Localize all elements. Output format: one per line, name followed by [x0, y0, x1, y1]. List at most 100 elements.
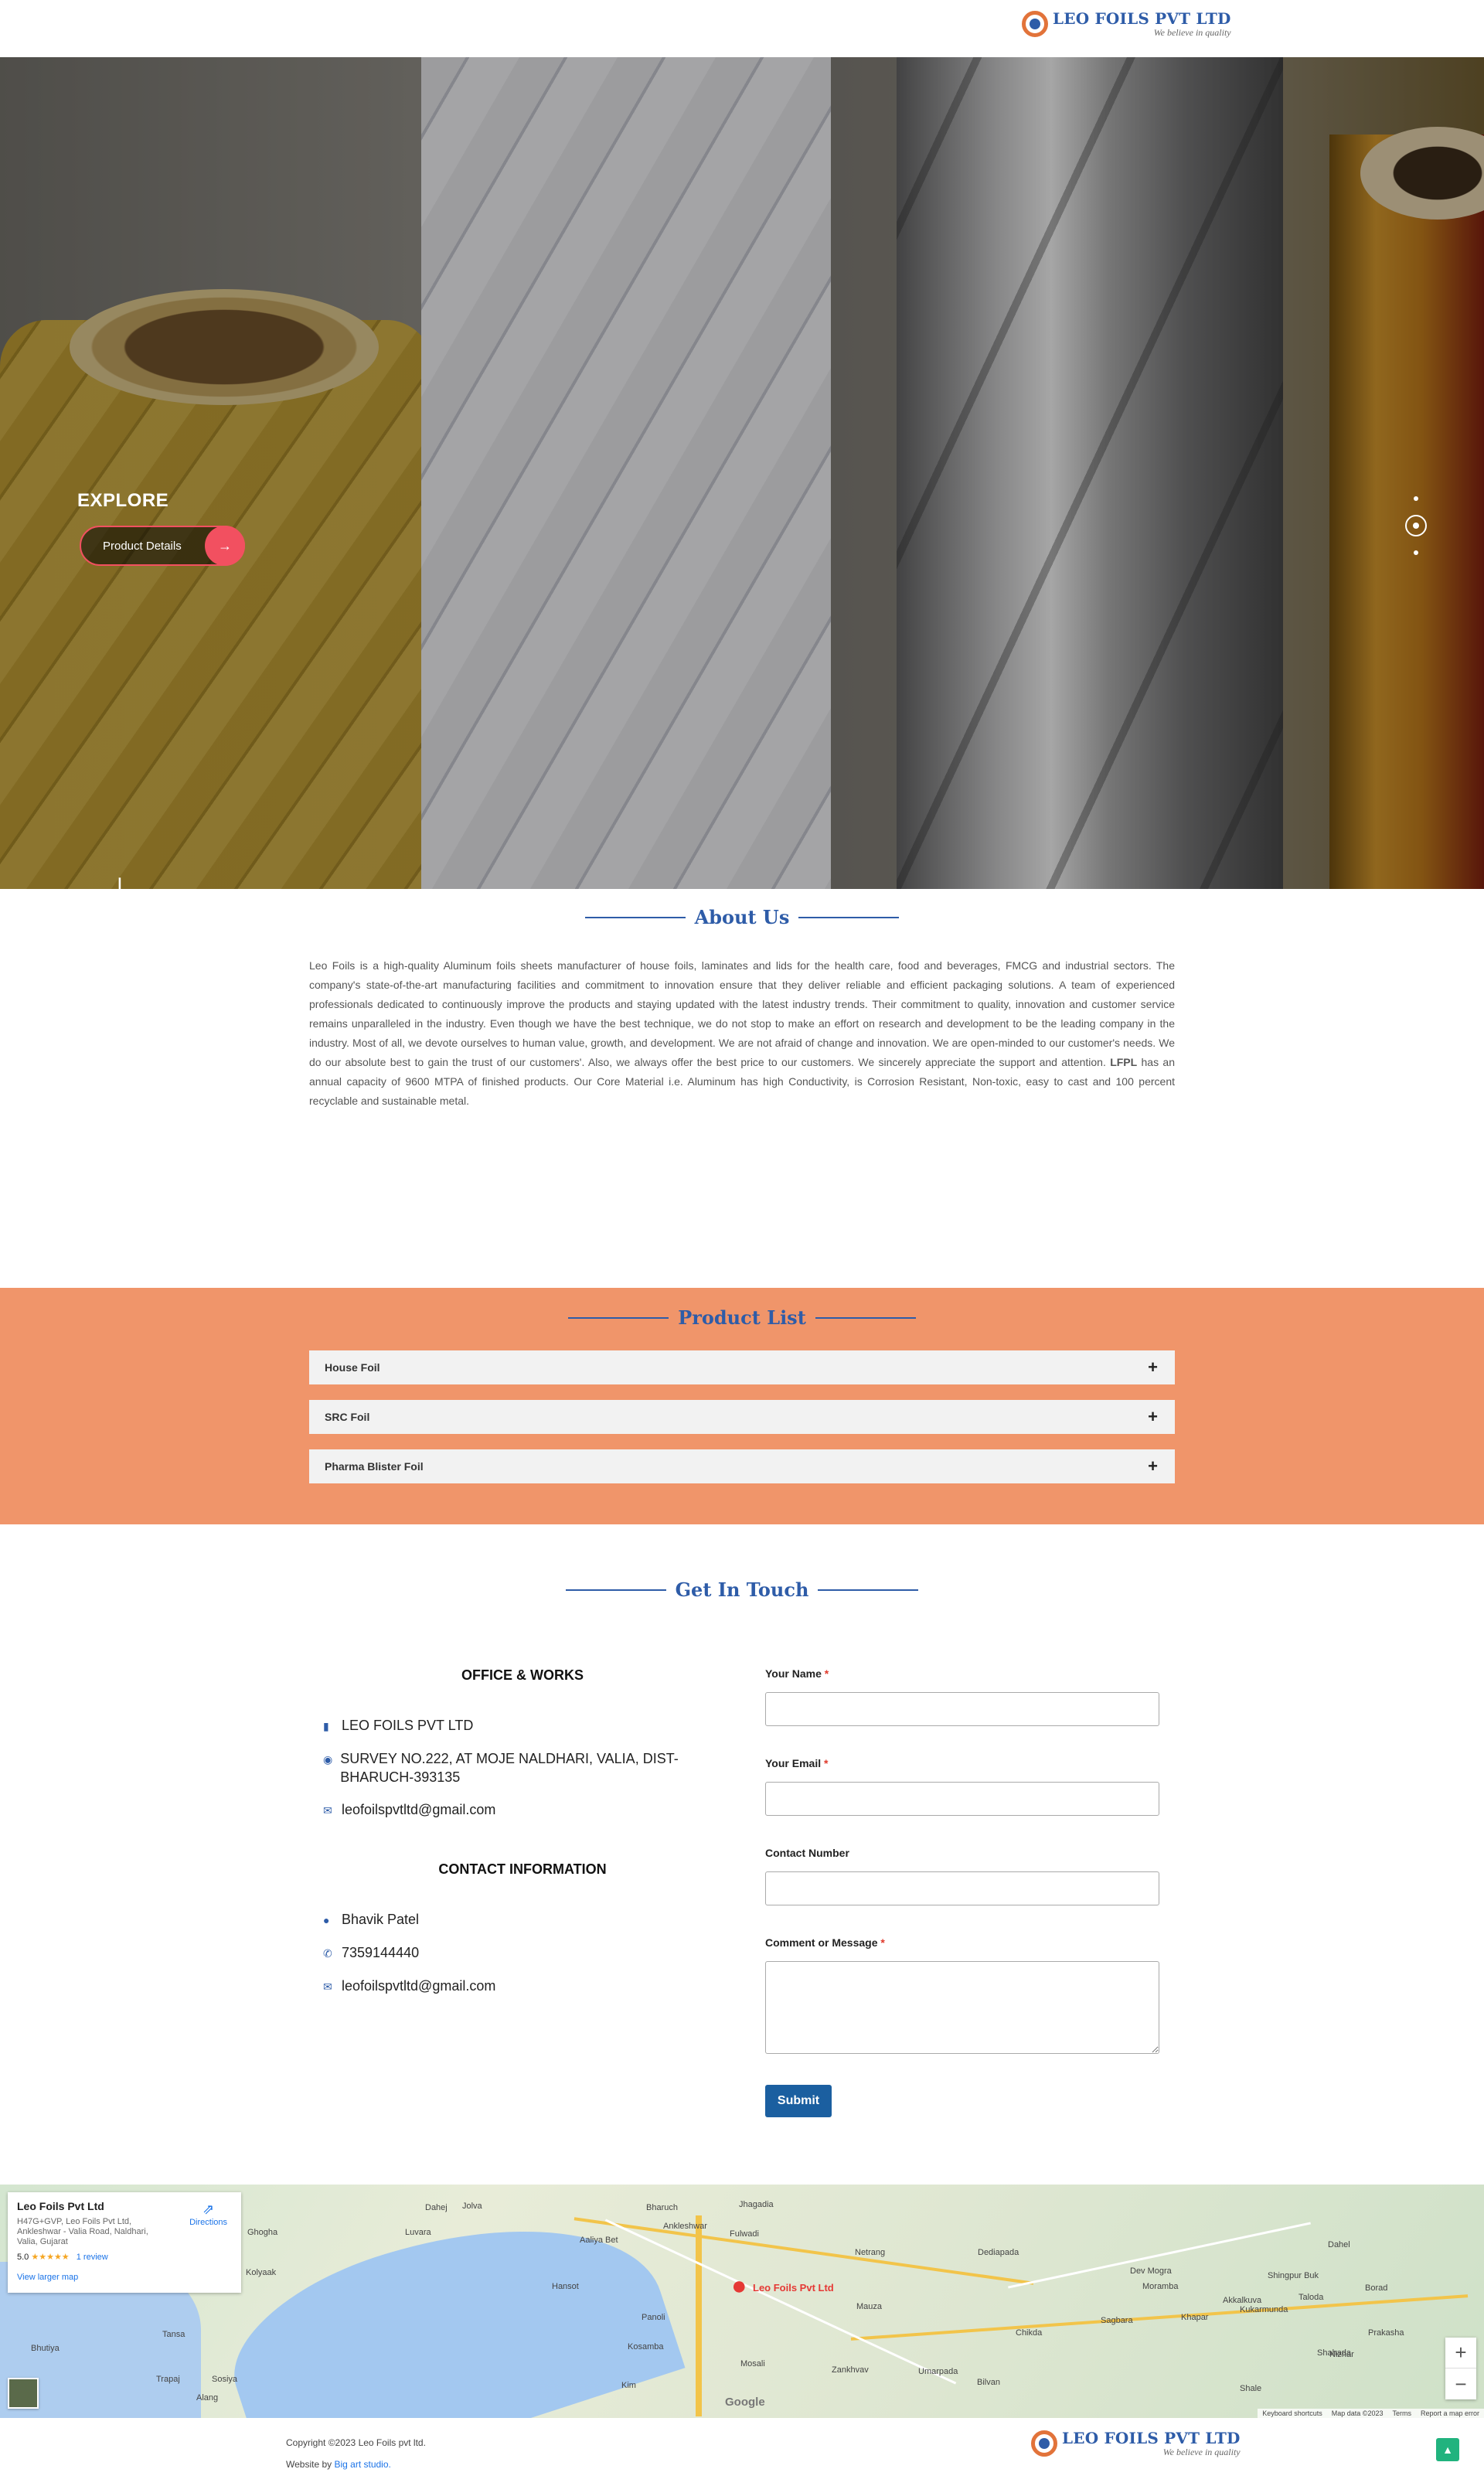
map-place-label: Alang [196, 2393, 219, 2403]
hero-kicker: EXPLORE [77, 490, 169, 511]
map-place-label: Nizhar [1329, 2350, 1354, 2359]
brand-name: LEO FOILS PVT LTD [1053, 9, 1231, 28]
satellite-layer-button[interactable] [8, 2378, 39, 2409]
map-place-label: Moramba [1142, 2282, 1179, 2291]
envelope-icon: ✉ [323, 1804, 332, 1817]
product-list-section: Product List House Foil + SRC Foil + Pha… [0, 1288, 1484, 1524]
message-label: Comment or Message * [765, 1936, 885, 1949]
map-place-label: Aaliya Bet [580, 2236, 618, 2245]
map-place-label: Sosiya [212, 2375, 238, 2384]
phone-row[interactable]: ✆ 7359144440 [309, 1943, 736, 1963]
map-reviews-link[interactable]: 1 review [77, 2253, 108, 2262]
map-place-label: Kukarmunda [1240, 2305, 1288, 2314]
map-rating: 5.0 ★★★★★ 1 review [17, 2253, 108, 2262]
contact-form: Your Name * Your Email * Contact Number … [765, 1667, 1167, 2117]
map-place-address: H47G+GVP, Leo Foils Pvt Ltd, Ankleshwar … [17, 2217, 148, 2246]
logo-mark-icon [1031, 2430, 1057, 2457]
map-place-label: Dahej [425, 2203, 448, 2212]
submit-button[interactable]: Submit [765, 2085, 832, 2117]
map-place-label: Kosamba [628, 2342, 664, 2351]
email-label: Your Email * [765, 1757, 829, 1769]
person-row: ● Bhavik Patel [309, 1910, 736, 1929]
map-place-label: Khapar [1181, 2313, 1209, 2322]
map-place-label: Bilvan [977, 2378, 1000, 2387]
plus-icon: + [1148, 1456, 1158, 1476]
map-place-label: Trapaj [156, 2375, 180, 2384]
contact-number-label: Contact Number [765, 1847, 849, 1859]
map-place-label: Kolyaak [246, 2268, 277, 2277]
map-place-label: Taloda [1298, 2293, 1324, 2302]
hero-slider: EXPLORE Product Details → ↓ [0, 57, 1484, 889]
accordion-house-foil[interactable]: House Foil + [309, 1350, 1175, 1384]
email-field[interactable] [765, 1782, 1159, 1816]
slider-dot-3[interactable] [1414, 550, 1418, 555]
accordion-src-foil[interactable]: SRC Foil + [309, 1400, 1175, 1434]
map-place-label: Jhagadia [739, 2200, 774, 2209]
directions-button[interactable]: ⇗ Directions [189, 2202, 227, 2227]
contact-section: Get In Touch OFFICE & WORKS ▮ LEO FOILS … [0, 1524, 1484, 2185]
message-field[interactable] [765, 1961, 1159, 2054]
site-footer: Copyright ©2023 Leo Foils pvt ltd. Websi… [0, 2418, 1484, 2486]
zoom-in-button[interactable]: + [1445, 2338, 1476, 2369]
slider-pagination [1405, 496, 1427, 555]
map-place-label: Shingpur Buk [1268, 2271, 1319, 2280]
map-place-label: Shale [1240, 2384, 1262, 2393]
map-place-label: Prakasha [1368, 2328, 1404, 2338]
slider-dot-2[interactable] [1405, 515, 1427, 536]
google-logo: Google [725, 2396, 765, 2409]
map-place-label: Akkalkuva [1223, 2296, 1262, 2305]
footer-logo[interactable]: LEO FOILS PVT LTD We believe in quality [1031, 2430, 1241, 2457]
directions-icon: ⇗ [203, 2202, 215, 2217]
contact-heading: Get In Touch [0, 1578, 1484, 1601]
contact-info: OFFICE & WORKS ▮ LEO FOILS PVT LTD ◉ SUR… [309, 1667, 736, 2117]
map-pin-label[interactable]: Leo Foils Pvt Ltd [753, 2282, 834, 2294]
envelope-icon: ✉ [323, 1980, 332, 1993]
map-place-label: Tansa [162, 2330, 186, 2339]
building-icon: ▮ [323, 1720, 329, 1732]
map-place-label: Sagbara [1101, 2316, 1133, 2325]
back-to-top-icon[interactable]: ▲ [1436, 2438, 1459, 2461]
name-field[interactable] [765, 1692, 1159, 1726]
map-place-label: Panoli [642, 2313, 665, 2322]
plus-icon: + [1148, 1407, 1158, 1426]
product-details-label: Product Details [103, 539, 182, 553]
view-larger-map-link[interactable]: View larger map [17, 2273, 232, 2282]
map-place-label: Dediapada [978, 2248, 1019, 2257]
about-section: About Us Leo Foils is a high-quality Alu… [0, 889, 1484, 1288]
product-list-heading: Product List [0, 1306, 1484, 1329]
about-text: Leo Foils is a high-quality Aluminum foi… [309, 959, 1175, 1107]
slider-dot-1[interactable] [1414, 496, 1418, 501]
logo-mark-icon [1022, 11, 1048, 37]
arrow-right-icon: → [205, 526, 245, 566]
contact-email-row[interactable]: ✉ leofoilspvtltd@gmail.com [309, 1977, 736, 1996]
brand-logo[interactable]: LEO FOILS PVT LTD We believe in quality [1022, 11, 1231, 37]
map-pin-icon[interactable]: ● [731, 2273, 747, 2299]
map-place-label: Ghogha [247, 2228, 278, 2237]
contact-number-field[interactable] [765, 1871, 1159, 1905]
map-place-label: Umarpada [918, 2367, 958, 2376]
office-heading: OFFICE & WORKS [461, 1667, 584, 1683]
map-place-label: Luvara [405, 2228, 431, 2237]
product-details-button[interactable]: Product Details → [80, 526, 245, 566]
map-zoom-controls: + − [1445, 2338, 1476, 2399]
star-icon: ★★★★★ [31, 2253, 70, 2262]
map-attribution: Keyboard shortcuts Map data ©2023 Terms … [1258, 2409, 1484, 2418]
scroll-down-arrow-icon[interactable]: ↓ [108, 865, 131, 890]
credit-link[interactable]: Big art studio. [334, 2459, 390, 2470]
map-place-label: Borad [1365, 2283, 1388, 2293]
product-accordion: House Foil + SRC Foil + Pharma Blister F… [309, 1350, 1175, 1483]
name-label: Your Name * [765, 1667, 829, 1680]
map-place-label: Fulwadi [730, 2229, 759, 2239]
map-place-label: Zankhvav [832, 2365, 869, 2375]
map-place-label: Ankleshwar [663, 2222, 707, 2231]
office-email-row[interactable]: ✉ leofoilspvtltd@gmail.com [309, 1800, 736, 1820]
map-place-label: Bhutiya [31, 2344, 60, 2353]
zoom-out-button[interactable]: − [1445, 2369, 1476, 2399]
map-place-label: Dahel [1328, 2240, 1350, 2249]
accordion-pharma-blister-foil[interactable]: Pharma Blister Foil + [309, 1449, 1175, 1483]
address-row: ◉ SURVEY NO.222, AT MOJE NALDHARI, VALIA… [323, 1751, 679, 1785]
plus-icon: + [1148, 1357, 1158, 1377]
user-icon: ● [323, 1914, 330, 1926]
brand-tagline: We believe in quality [1153, 27, 1231, 38]
embedded-map[interactable]: Bharuch Ankleshwar Jhagadia Netrang Dediapad… [0, 2185, 1484, 2418]
